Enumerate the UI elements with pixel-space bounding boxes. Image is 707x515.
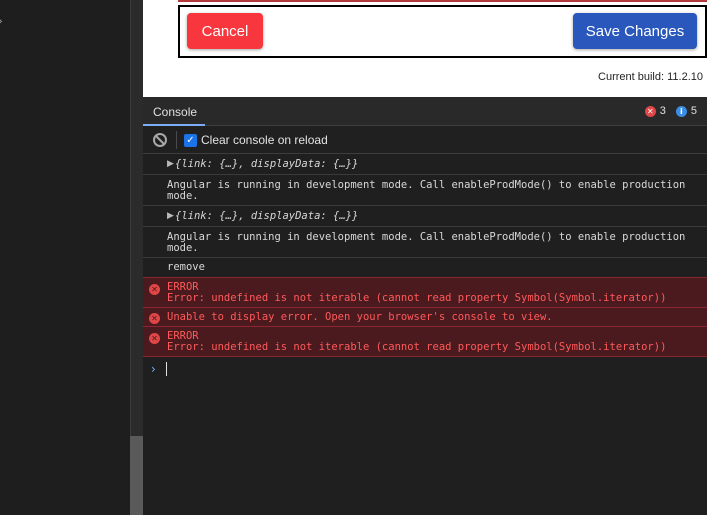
error-circle-icon: ✕ — [644, 105, 656, 117]
clear-on-reload-checkbox[interactable]: ✓ — [184, 134, 197, 147]
clear-console-icon[interactable] — [153, 133, 167, 147]
devtools-tab-bar: Console ✕ 3 i 5 — [143, 97, 707, 126]
info-count: 5 — [690, 105, 697, 117]
error-detail: Error: undefined is not iterable (cannot… — [167, 341, 667, 353]
info-circle-icon: i — [675, 105, 687, 117]
form-top-border — [178, 0, 707, 2]
log-row-object[interactable]: ▶ {link: {…}, displayData: {…}} — [143, 206, 707, 227]
error-count: 3 — [659, 105, 666, 117]
tab-console[interactable]: Console — [143, 97, 205, 126]
log-row: Angular is running in development mode. … — [143, 175, 707, 206]
toolbar-divider — [176, 131, 177, 149]
error-circle-icon: ✕ — [149, 284, 160, 295]
log-text-continued: mode. — [167, 242, 199, 254]
log-text-continued: mode. — [167, 190, 199, 202]
issue-counts[interactable]: ✕ 3 i 5 — [644, 105, 697, 117]
text-cursor — [166, 362, 167, 376]
log-row-object[interactable]: ▶ {link: {…}, displayData: {…}} — [143, 154, 707, 175]
console-prompt[interactable]: › — [143, 357, 707, 379]
save-changes-button[interactable]: Save Changes — [573, 13, 697, 49]
prompt-chevron-icon: › — [151, 362, 156, 376]
log-text: remove — [167, 261, 205, 273]
left-panel: › — [0, 0, 130, 515]
cancel-button[interactable]: Cancel — [187, 13, 263, 49]
error-title: Unable to display error. Open your brows… — [167, 311, 553, 323]
error-row: ✕ Unable to display error. Open your bro… — [143, 307, 707, 327]
expand-triangle-icon[interactable]: ▶ — [167, 159, 174, 170]
console-log: ▶ {link: {…}, displayData: {…}} Angular … — [143, 154, 707, 515]
console-toolbar: ✓ Clear console on reload — [143, 126, 707, 154]
log-row: remove — [143, 258, 707, 278]
error-circle-icon: ✕ — [149, 313, 160, 324]
log-text: Angular is running in development mode. … — [167, 179, 686, 191]
build-version-label: Current build: 11.2.10 — [598, 71, 703, 83]
error-detail: Error: undefined is not iterable (cannot… — [167, 292, 667, 304]
error-row: ✕ ERROR Error: undefined is not iterable… — [143, 326, 707, 357]
log-object-text: {link: {…}, displayData: {…}} — [175, 158, 359, 170]
scrollbar-thumb[interactable] — [130, 436, 143, 515]
error-row: ✕ ERROR Error: undefined is not iterable… — [143, 277, 707, 308]
log-text: Angular is running in development mode. … — [167, 231, 686, 243]
log-row: Angular is running in development mode. … — [143, 227, 707, 258]
clear-on-reload-label[interactable]: Clear console on reload — [201, 133, 328, 147]
log-object-text: {link: {…}, displayData: {…}} — [175, 210, 359, 222]
error-circle-icon: ✕ — [149, 333, 160, 344]
chevron-right-icon[interactable]: › — [0, 14, 3, 28]
expand-triangle-icon[interactable]: ▶ — [167, 211, 174, 222]
